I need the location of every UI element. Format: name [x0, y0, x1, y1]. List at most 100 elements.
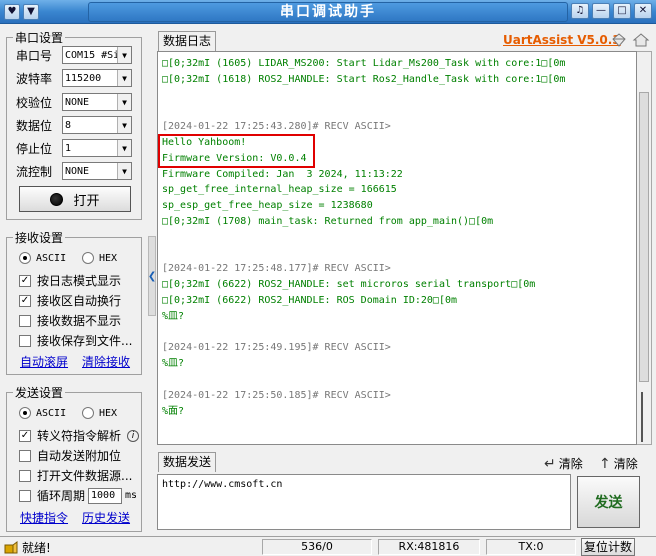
send-button[interactable]: 发送 [577, 476, 640, 528]
log-line: □[0;32mI (6622) ROS2_HANDLE: set microro… [162, 279, 536, 291]
clear-receive-link[interactable]: 清除接收 [82, 353, 130, 370]
radio-selected-icon [19, 252, 31, 264]
brand-link[interactable]: UartAssist V5.0.3 [503, 33, 621, 47]
checkbox-checked-icon: ✓ [19, 429, 31, 442]
chevron-down-icon: ▼ [117, 163, 131, 179]
shortcut-commands-link[interactable]: 快捷指令 [20, 509, 68, 526]
checkbox-empty-icon [19, 314, 31, 327]
title-bar-left-controls: ♥ ▼ [4, 3, 78, 21]
diamond-icon[interactable] [611, 32, 627, 48]
send-hex-radio[interactable]: HEX [82, 407, 117, 419]
autoscroll-link[interactable]: 自动滚屏 [20, 353, 68, 370]
receive-option-autowrap[interactable]: ✓ 接收区自动换行 [19, 292, 121, 309]
send-ascii-label: ASCII [36, 407, 67, 419]
send-option-auto-append[interactable]: 自动发送附加位 [19, 447, 121, 464]
music-icon[interactable]: ♫ [571, 3, 589, 19]
cycle-unit: ms [125, 490, 138, 501]
receive-option-hide[interactable]: 接收数据不显示 [19, 312, 121, 329]
port-status-icon [50, 192, 64, 206]
stopbits-row: 停止位 1 ▼ [16, 139, 132, 157]
status-rx: RX:481816 [378, 539, 480, 555]
receive-hex-radio[interactable]: HEX [82, 252, 117, 264]
databits-select[interactable]: 8 ▼ [62, 116, 132, 134]
receive-ascii-radio[interactable]: ASCII [19, 252, 66, 264]
cycle-label: 循环周期 [37, 489, 86, 503]
checkbox-checked-icon: ✓ [19, 294, 31, 307]
checkbox-checked-icon: ✓ [19, 274, 31, 287]
title-bar: ♥ ▼ 串口调试助手 ♫ — □ ✕ [0, 0, 656, 24]
receive-option-log-mode[interactable]: ✓ 按日志模式显示 [19, 272, 121, 289]
serial-settings-title: 串口设置 [13, 29, 66, 46]
baud-row: 波特率 115200 ▼ [16, 69, 132, 87]
log-header-line: [2024-01-22 17:25:49.195]# RECV ASCII> [162, 342, 391, 354]
port-label: 串口号 [16, 48, 53, 63]
databits-label: 数据位 [16, 118, 53, 133]
status-ready: 就绪! [4, 539, 51, 556]
log-line: □[0;32mI (1618) ROS2_HANDLE: Start Ros2_… [162, 73, 566, 85]
send-history-link[interactable]: 历史发送 [82, 509, 130, 526]
send-option-cycle[interactable]: 循环周期 1000 ms [19, 487, 137, 504]
checkbox-empty-icon [19, 334, 31, 347]
log-line: %皿? [162, 310, 185, 322]
open-port-button[interactable]: 打开 [19, 186, 131, 212]
send-input[interactable]: http://www.cmsoft.cn [157, 474, 571, 530]
open-port-label: 打开 [73, 193, 100, 209]
flowcontrol-label: 流控制 [16, 164, 53, 179]
log-scrollbar[interactable] [637, 51, 652, 445]
tab-data-send[interactable]: 数据发送 [158, 452, 217, 472]
log-header-line: [2024-01-22 17:25:43.280]# RECV ASCII> [162, 121, 391, 133]
maximize-icon[interactable]: □ [613, 3, 631, 19]
send-ascii-radio[interactable]: ASCII [19, 407, 66, 419]
minimize-icon[interactable]: — [592, 3, 610, 19]
chevron-down-icon: ▼ [117, 47, 131, 63]
send-hex-label: HEX [99, 407, 118, 419]
receive-option-label: 接收数据不显示 [37, 314, 122, 328]
status-text: 就绪! [22, 541, 51, 555]
radio-selected-icon [19, 407, 31, 419]
stopbits-label: 停止位 [16, 141, 53, 156]
log-header-line: [2024-01-22 17:25:50.185]# RECV ASCII> [162, 389, 391, 401]
status-counter: 536/0 [262, 539, 372, 555]
receive-option-save-file[interactable]: 接收保存到文件... [19, 332, 132, 349]
cycle-period-input[interactable]: 1000 [88, 487, 123, 504]
receive-hex-label: HEX [99, 252, 118, 264]
tab-data-log[interactable]: 数据日志 [158, 31, 217, 51]
radio-empty-icon [82, 407, 94, 419]
log-line: sp_get_free_internal_heap_size = 166615 [162, 184, 397, 196]
log-scrollbar-position [641, 392, 643, 442]
clear-label: 清除 [558, 457, 583, 471]
port-select[interactable]: COM15 #Si ▼ [62, 46, 132, 64]
annotation-highlight-box [158, 134, 315, 168]
receive-option-label: 接收保存到文件... [37, 334, 133, 348]
parity-select[interactable]: NONE ▼ [62, 93, 132, 111]
parity-label: 校验位 [16, 95, 53, 110]
chevron-down-icon: ▼ [117, 94, 131, 110]
log-line: %皿? [162, 358, 185, 370]
status-tx: TX:0 [486, 539, 576, 555]
panel-collapse-handle[interactable]: ❮ [148, 236, 156, 316]
clear-send-button-2[interactable]: ↑ 清除 [599, 455, 638, 472]
send-option-file-source[interactable]: 打开文件数据源... [19, 467, 132, 484]
home-icon[interactable] [632, 32, 650, 48]
status-bar: 就绪! 536/0 RX:481816 TX:0 复位计数 [0, 536, 656, 556]
chevron-down-icon: ▼ [117, 117, 131, 133]
close-icon[interactable]: ✕ [634, 3, 652, 19]
baud-select[interactable]: 115200 ▼ [62, 69, 132, 87]
baud-label: 波特率 [16, 71, 53, 86]
send-settings-title: 发送设置 [13, 384, 66, 401]
receive-settings-title: 接收设置 [13, 229, 66, 246]
send-option-escape[interactable]: ✓ 转义符指令解析 i [19, 427, 140, 444]
log-line: □[0;32mI (6622) ROS2_HANDLE: ROS Domain … [162, 295, 458, 306]
stopbits-select[interactable]: 1 ▼ [62, 139, 132, 157]
info-icon[interactable]: i [127, 429, 140, 442]
checkbox-empty-icon [19, 489, 31, 502]
dropdown-menu-icon[interactable]: ▼ [23, 4, 39, 20]
receive-log-area[interactable]: □[0;32mI (1605) LIDAR_MS200: Start Lidar… [157, 51, 637, 445]
chevron-down-icon: ▼ [117, 70, 131, 86]
reset-counter-button[interactable]: 复位计数 [581, 538, 635, 556]
clear-send-button-1[interactable]: ↵ 清除 [544, 455, 583, 472]
log-header-line: [2024-01-22 17:25:48.177]# RECV ASCII> [162, 263, 391, 275]
app-menu-icon[interactable]: ♥ [4, 4, 20, 20]
log-scrollbar-thumb[interactable] [639, 92, 649, 382]
flowcontrol-select[interactable]: NONE ▼ [62, 162, 132, 180]
